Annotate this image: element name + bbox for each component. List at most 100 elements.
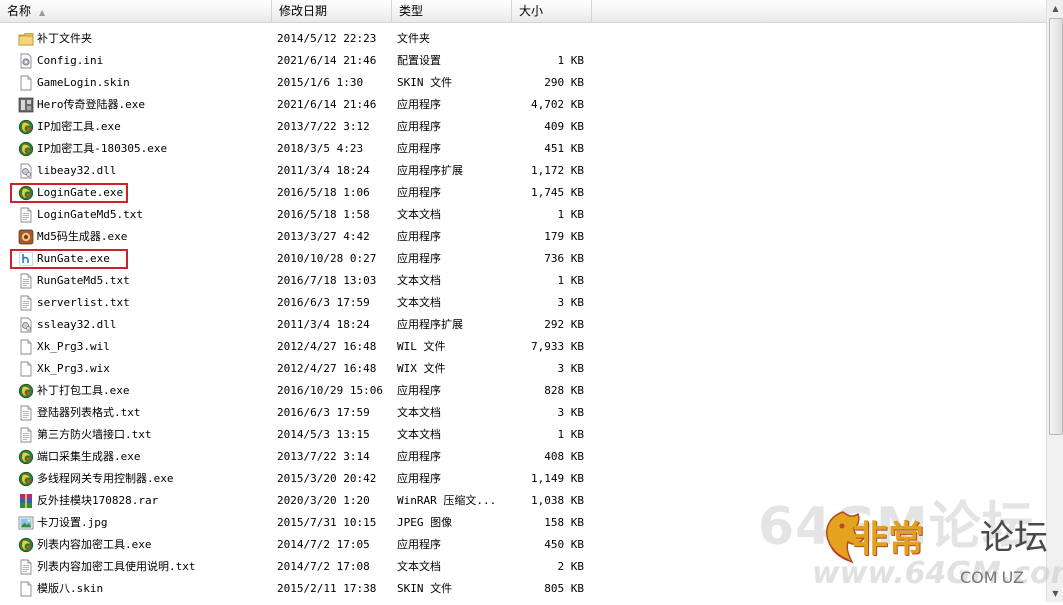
column-header-name[interactable]: 名称 ▲: [0, 0, 272, 22]
file-icon: [18, 361, 34, 377]
file-name: Md5码生成器.exe: [37, 230, 128, 243]
file-type: 应用程序: [397, 120, 441, 133]
column-header-name-label: 名称: [7, 4, 32, 18]
vertical-scrollbar[interactable]: ▲ ▼: [1046, 0, 1063, 602]
text-file-icon: [18, 427, 34, 443]
scroll-down-icon[interactable]: ▼: [1048, 585, 1063, 602]
file-type: 配置设置: [397, 54, 441, 67]
file-row[interactable]: 登陆器列表格式.txt 2016/6/3 17:59 文本文档 3 KB: [0, 402, 1046, 424]
column-header-size[interactable]: 大小: [512, 0, 592, 22]
file-date: 2012/4/27 16:48: [277, 340, 377, 353]
text-file-icon: [18, 273, 34, 289]
file-size: 1,149 KB: [531, 472, 584, 485]
file-type: WIL 文件: [397, 340, 446, 353]
scrollbar-thumb[interactable]: [1049, 18, 1063, 435]
file-row[interactable]: LoginGate.exe 2016/5/18 1:06 应用程序 1,745 KB: [0, 182, 1046, 204]
file-row[interactable]: RunGateMd5.txt 2016/7/18 13:03 文本文档 1 KB: [0, 270, 1046, 292]
file-name: serverlist.txt: [37, 296, 130, 309]
dll-icon: [18, 317, 34, 333]
file-row[interactable]: Config.ini 2021/6/14 21:46 配置设置 1 KB: [0, 50, 1046, 72]
file-row[interactable]: Xk_Prg3.wix 2012/4/27 16:48 WIX 文件 3 KB: [0, 358, 1046, 380]
file-type: 应用程序扩展: [397, 164, 463, 177]
file-date: 2014/5/3 13:15: [277, 428, 370, 441]
file-row[interactable]: libeay32.dll 2011/3/4 18:24 应用程序扩展 1,172 KB: [0, 160, 1046, 182]
file-date: 2014/7/2 17:05: [277, 538, 370, 551]
file-name: IP加密工具-180305.exe: [37, 142, 168, 155]
app-icon: [18, 141, 34, 157]
file-date: 2011/3/4 18:24: [277, 164, 370, 177]
file-type: 应用程序: [397, 142, 441, 155]
file-size: [517, 28, 584, 50]
file-row[interactable]: 卡刀设置.jpg 2015/7/31 10:15 JPEG 图像 158 KB: [0, 512, 1046, 534]
hero-app-icon: [18, 97, 34, 113]
file-row[interactable]: 第三方防火墙接口.txt 2014/5/3 13:15 文本文档 1 KB: [0, 424, 1046, 446]
file-name: GameLogin.skin: [37, 76, 130, 89]
file-name: libeay32.dll: [37, 164, 117, 177]
file-row[interactable]: 补丁文件夹 2014/5/12 22:23 文件夹: [0, 28, 1046, 50]
file-size: 828 KB: [544, 384, 584, 397]
file-size: 3 KB: [557, 362, 585, 375]
file-type: JPEG 图像: [397, 516, 453, 529]
file-type: 应用程序: [397, 384, 441, 397]
file-size: 408 KB: [544, 450, 584, 463]
dll-icon: [18, 163, 34, 179]
text-file-icon: [18, 295, 34, 311]
file-date: 2013/3/27 4:42: [277, 230, 370, 243]
file-size: 179 KB: [544, 230, 584, 243]
file-row[interactable]: GameLogin.skin 2015/1/6 1:30 SKIN 文件 290 KB: [0, 72, 1046, 94]
file-row[interactable]: 模版八.skin 2015/2/11 17:38 SKIN 文件 805 KB: [0, 578, 1046, 600]
file-type: SKIN 文件: [397, 76, 453, 89]
file-type: WIX 文件: [397, 362, 446, 375]
file-date: 2012/4/27 16:48: [277, 362, 377, 375]
app-icon: [18, 471, 34, 487]
file-size: 1 KB: [557, 274, 585, 287]
file-row[interactable]: IP加密工具.exe 2013/7/22 3:12 应用程序 409 KB: [0, 116, 1046, 138]
file-row[interactable]: Xk_Prg3.wil 2012/4/27 16:48 WIL 文件 7,933 KB: [0, 336, 1046, 358]
app-icon: [18, 449, 34, 465]
file-size: 1,745 KB: [531, 186, 584, 199]
file-row[interactable]: serverlist.txt 2016/6/3 17:59 文本文档 3 KB: [0, 292, 1046, 314]
file-size: 1 KB: [557, 428, 585, 441]
file-type: WinRAR 压缩文...: [397, 494, 497, 507]
file-type: 文本文档: [397, 428, 441, 441]
file-date: 2015/7/31 10:15: [277, 516, 377, 529]
file-row[interactable]: 列表内容加密工具使用说明.txt 2014/7/2 17:08 文本文档 2 KB: [0, 556, 1046, 578]
column-header-type[interactable]: 类型: [392, 0, 512, 22]
file-size: 2 KB: [557, 560, 585, 573]
file-row[interactable]: 端口采集生成器.exe 2013/7/22 3:14 应用程序 408 KB: [0, 446, 1046, 468]
file-date: 2016/5/18 1:06: [277, 186, 370, 199]
file-row[interactable]: 多线程网关专用控制器.exe 2015/3/20 20:42 应用程序 1,149 K…: [0, 468, 1046, 490]
file-type: 应用程序: [397, 230, 441, 243]
file-name: 端口采集生成器.exe: [37, 450, 141, 463]
file-row[interactable]: 补丁打包工具.exe 2016/10/29 15:06 应用程序 828 KB: [0, 380, 1046, 402]
file-date: 2016/6/3 17:59: [277, 296, 370, 309]
file-name: 模版八.skin: [37, 582, 104, 595]
file-type: 应用程序: [397, 186, 441, 199]
file-row[interactable]: IP加密工具-180305.exe 2018/3/5 4:23 应用程序 451 KB: [0, 138, 1046, 160]
column-header-date[interactable]: 修改日期: [272, 0, 392, 22]
file-row[interactable]: ssleay32.dll 2011/3/4 18:24 应用程序扩展 292 KB: [0, 314, 1046, 336]
file-type: 文本文档: [397, 406, 441, 419]
file-type: 文本文档: [397, 296, 441, 309]
file-row[interactable]: LoginGateMd5.txt 2016/5/18 1:58 文本文档 1 KB: [0, 204, 1046, 226]
file-date: 2011/3/4 18:24: [277, 318, 370, 331]
file-row[interactable]: RunGate.exe 2010/10/28 0:27 应用程序 736 KB: [0, 248, 1046, 270]
file-type: 应用程序: [397, 450, 441, 463]
file-row[interactable]: Hero传奇登陆器.exe 2021/6/14 21:46 应用程序 4,702 KB: [0, 94, 1046, 116]
file-date: 2021/6/14 21:46: [277, 54, 377, 67]
file-row[interactable]: 列表内容加密工具.exe 2014/7/2 17:05 应用程序 450 KB: [0, 534, 1046, 556]
file-date: 2015/1/6 1:30: [277, 76, 364, 89]
scroll-up-icon[interactable]: ▲: [1048, 0, 1063, 17]
column-header-size-label: 大小: [519, 4, 544, 18]
file-name: Config.ini: [37, 54, 104, 67]
file-row[interactable]: Md5码生成器.exe 2013/3/27 4:42 应用程序 179 KB: [0, 226, 1046, 248]
file-name: LoginGateMd5.txt: [37, 208, 143, 221]
file-type: 文本文档: [397, 560, 441, 573]
column-header-type-label: 类型: [399, 4, 424, 18]
file-size: 3 KB: [557, 406, 585, 419]
file-type: 应用程序: [397, 538, 441, 551]
file-date: 2014/7/2 17:08: [277, 560, 370, 573]
file-row[interactable]: 反外挂模块170828.rar 2020/3/20 1:20 WinRAR 压缩文.…: [0, 490, 1046, 512]
file-date: 2016/10/29 15:06: [277, 384, 383, 397]
file-name: 反外挂模块170828.rar: [37, 494, 159, 507]
